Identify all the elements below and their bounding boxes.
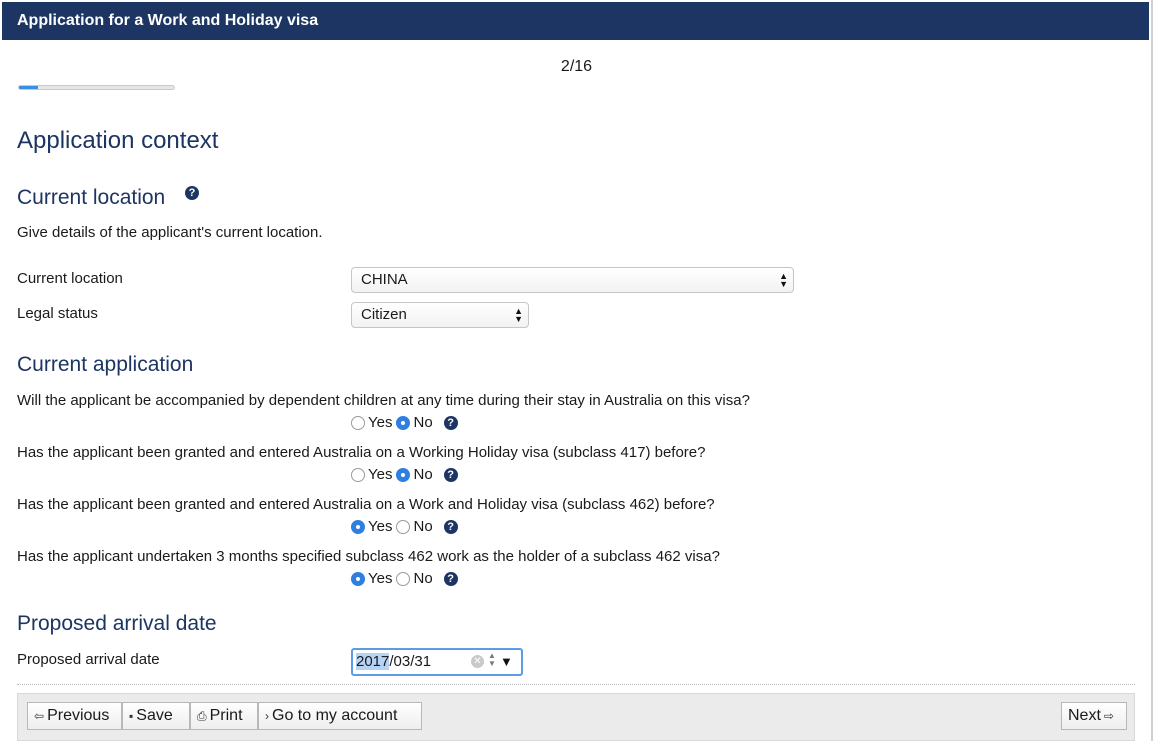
- radio-no[interactable]: [396, 519, 411, 534]
- print-icon: ⎙: [197, 709, 207, 723]
- current-location-value: CHINA: [361, 271, 408, 288]
- chevron-right-icon: ›: [265, 709, 269, 723]
- legal-status-select[interactable]: Citizen ▲ ▼: [351, 302, 529, 328]
- clear-icon[interactable]: ✕: [471, 655, 484, 668]
- radio-no[interactable]: [396, 415, 411, 430]
- current-location-select[interactable]: CHINA ▲ ▼: [351, 267, 794, 293]
- print-button[interactable]: ⎙ Print: [190, 702, 258, 730]
- question-1-options: Yes No ?: [351, 414, 458, 431]
- arrival-date-label: Proposed arrival date: [17, 651, 160, 668]
- legal-status-value: Citizen: [361, 306, 407, 323]
- question-3-options: Yes No ?: [351, 518, 458, 535]
- radio-yes[interactable]: [351, 467, 365, 482]
- legal-status-label: Legal status: [17, 305, 98, 322]
- question-2-options: Yes No ?: [351, 466, 458, 483]
- arrow-left-icon: ⇦: [34, 709, 45, 723]
- save-button[interactable]: ▪ Save: [122, 702, 190, 730]
- spinner-icon[interactable]: ▲ ▼: [488, 652, 496, 668]
- progress-fill: [19, 86, 39, 89]
- section-title-current-location: Current location: [17, 186, 166, 209]
- question-4: Has the applicant undertaken 3 months sp…: [17, 548, 720, 565]
- yes-label: Yes: [368, 414, 393, 431]
- current-location-label: Current location: [17, 270, 123, 287]
- no-label: No: [413, 466, 433, 483]
- step-indicator: 2/16: [560, 58, 593, 75]
- previous-button[interactable]: ⇦ Previous: [27, 702, 122, 730]
- help-icon[interactable]: ?: [443, 415, 458, 430]
- help-icon[interactable]: ?: [185, 186, 199, 200]
- question-1: Will the applicant be accompanied by dep…: [17, 392, 750, 409]
- arrow-right-icon: ⇨: [1103, 709, 1114, 723]
- question-3: Has the applicant been granted and enter…: [17, 496, 715, 513]
- no-label: No: [413, 414, 433, 431]
- dropdown-icon[interactable]: ▼: [500, 650, 513, 674]
- yes-label: Yes: [368, 518, 393, 535]
- help-icon[interactable]: ?: [443, 571, 458, 586]
- no-label: No: [413, 570, 433, 587]
- help-icon[interactable]: ?: [443, 519, 458, 534]
- radio-no[interactable]: [396, 467, 411, 482]
- go-to-account-button[interactable]: › Go to my account: [258, 702, 422, 730]
- progress-bar: [18, 85, 175, 90]
- radio-yes[interactable]: [351, 519, 365, 534]
- select-arrows-icon: ▲ ▼: [779, 271, 788, 289]
- next-button[interactable]: Next ⇨: [1061, 702, 1127, 730]
- divider: [17, 684, 1135, 685]
- app-title: Application for a Work and Holiday visa: [17, 12, 319, 29]
- select-arrows-icon: ▲ ▼: [514, 306, 523, 324]
- section-title-proposed-arrival: Proposed arrival date: [17, 612, 217, 635]
- yes-label: Yes: [368, 570, 393, 587]
- radio-no[interactable]: [396, 571, 411, 586]
- arrival-date-input[interactable]: 2017/03/31 ✕ ▲ ▼ ▼: [351, 648, 523, 676]
- section-description: Give details of the applicant's current …: [17, 224, 323, 241]
- radio-yes[interactable]: [351, 415, 365, 430]
- question-4-options: Yes No ?: [351, 570, 458, 587]
- help-icon[interactable]: ?: [443, 467, 458, 482]
- date-month-day: /03/31: [389, 653, 432, 670]
- radio-yes[interactable]: [351, 571, 365, 586]
- date-year: 2017: [356, 653, 390, 670]
- question-2: Has the applicant been granted and enter…: [17, 444, 706, 461]
- header-bar: Application for a Work and Holiday visa: [2, 2, 1149, 40]
- no-label: No: [413, 518, 433, 535]
- yes-label: Yes: [368, 466, 393, 483]
- save-icon: ▪: [129, 709, 134, 723]
- footer-toolbar: ⇦ Previous ▪ Save ⎙ Print › Go to my account…: [17, 693, 1135, 741]
- page-title: Application context: [17, 127, 219, 154]
- section-title-current-application: Current application: [17, 353, 194, 376]
